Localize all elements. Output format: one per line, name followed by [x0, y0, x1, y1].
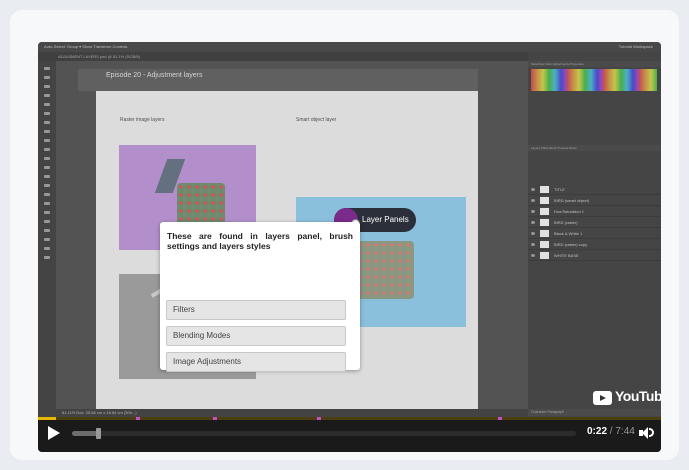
quiz-option-blending-modes[interactable]: Blending Modes: [166, 326, 346, 346]
time-display: 0:22 / 7:44: [587, 426, 635, 437]
video-player[interactable]: Auto-Select: Group ▾ Show Transform Cont…: [38, 42, 661, 452]
progress-bar[interactable]: [38, 417, 661, 420]
total-time: 7:44: [615, 426, 635, 437]
youtube-play-icon: [593, 391, 612, 405]
youtube-logo[interactable]: YouTube: [593, 388, 661, 412]
play-icon[interactable]: [48, 426, 60, 440]
quiz-popup: These are found in layers panel, brush s…: [160, 222, 360, 372]
volume-icon[interactable]: [639, 426, 655, 440]
progress-fill: [38, 417, 56, 420]
current-time: 0:22: [587, 426, 608, 437]
youtube-wordmark: YouTube: [615, 388, 661, 404]
chapter-marker[interactable]: [498, 417, 502, 420]
quiz-question: These are found in layers panel, brush s…: [167, 231, 353, 251]
chapter-marker[interactable]: [317, 417, 321, 420]
seek-handle[interactable]: [96, 428, 101, 439]
quiz-option-filters[interactable]: Filters: [166, 300, 346, 320]
quiz-option-image-adjustments[interactable]: Image Adjustments: [166, 352, 346, 372]
chapter-marker[interactable]: [136, 417, 140, 420]
seek-bar[interactable]: [72, 428, 576, 439]
chapter-marker[interactable]: [213, 417, 217, 420]
callout-label: Layer Panels: [362, 215, 409, 224]
